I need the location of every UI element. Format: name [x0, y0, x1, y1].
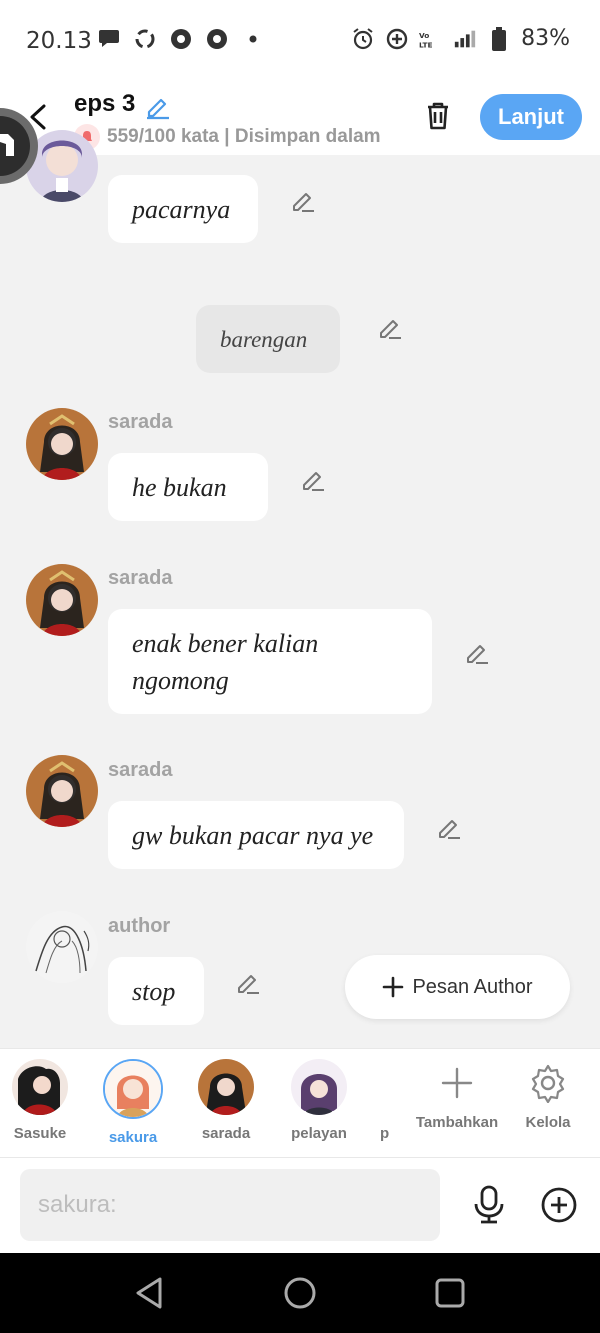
add-character-button[interactable]: Tambahkan — [412, 1063, 502, 1131]
message-bubble[interactable]: stop — [108, 957, 204, 1025]
delete-button[interactable] — [420, 98, 456, 134]
author-message-button[interactable]: Pesan Author — [345, 955, 570, 1019]
pencil-icon — [303, 472, 324, 491]
edit-message-button[interactable] — [435, 813, 463, 841]
status-right-icons: Vo LTE 83% — [351, 26, 570, 51]
sender-name: sarada — [108, 411, 173, 433]
edit-message-button[interactable] — [299, 465, 327, 493]
trash-icon — [428, 102, 448, 130]
circle-play-icon — [169, 27, 193, 51]
edit-message-button[interactable] — [376, 313, 404, 341]
character-name: p — [380, 1125, 390, 1142]
plus-icon — [441, 1067, 473, 1099]
system-nav-bar — [0, 1253, 600, 1333]
manage-characters-label: Kelola — [525, 1114, 571, 1131]
avatar — [198, 1059, 254, 1115]
word-count-status: 559/100 kata | Disimpan dalam — [107, 126, 381, 147]
chat-bubble-icon — [97, 27, 121, 51]
message-input-area — [0, 1158, 600, 1253]
avatar — [103, 1059, 163, 1119]
gear-icon — [531, 1064, 565, 1104]
episode-title[interactable]: eps 3 — [74, 90, 135, 118]
pencil-icon — [147, 98, 169, 120]
character-name: pelayan — [291, 1125, 347, 1142]
message-text: gw bukan pacar nya ye — [132, 820, 374, 850]
edit-message-button[interactable] — [289, 186, 317, 214]
volte-icon: Vo LTE — [419, 27, 443, 51]
character-sakura[interactable]: sakura — [98, 1059, 168, 1146]
sarada-avatar — [26, 564, 98, 636]
character-name: sakura — [108, 1129, 158, 1146]
message-bubble[interactable]: pacarnya — [108, 175, 258, 243]
manage-characters-button[interactable]: Kelola — [503, 1063, 593, 1131]
dot-icon — [241, 27, 265, 51]
sender-name: sarada — [108, 567, 173, 589]
alarm-icon — [351, 27, 375, 51]
square-recents-icon — [435, 1278, 465, 1308]
data-saver-icon — [385, 27, 409, 51]
status-bar: 20.13 Vo LTE 83% — [0, 0, 600, 82]
plus-circle-icon — [541, 1187, 577, 1223]
sender-name: author — [108, 915, 171, 937]
pencil-icon — [439, 820, 460, 839]
message-text: enak bener kalian ngomong — [132, 628, 319, 695]
microphone-icon — [474, 1185, 504, 1224]
plus-icon — [383, 976, 404, 998]
circle-home-icon — [284, 1277, 316, 1309]
chat-area[interactable]: pacarnya barengan sarada he bukan sarada — [0, 130, 600, 1048]
svg-text:Vo: Vo — [419, 31, 429, 40]
signal-icon — [453, 27, 477, 51]
status-left-icons — [97, 27, 265, 51]
triangle-back-icon — [136, 1277, 162, 1309]
character-partial[interactable]: p — [370, 1059, 400, 1142]
character-sasuke[interactable]: Sasuke — [5, 1059, 75, 1142]
status-time: 20.13 — [26, 28, 92, 54]
battery-percentage: 83% — [521, 26, 570, 51]
floating-app-badge[interactable] — [0, 106, 40, 186]
avatar — [291, 1059, 347, 1115]
message-input[interactable] — [20, 1169, 440, 1241]
edit-message-button[interactable] — [463, 638, 491, 666]
svg-text:LTE: LTE — [419, 40, 433, 49]
sarada-avatar — [26, 755, 98, 827]
app-logo-icon — [0, 108, 38, 184]
nav-back-button[interactable] — [132, 1275, 168, 1311]
circle-play-icon — [205, 27, 229, 51]
avatar — [12, 1059, 68, 1115]
message-text: pacarnya — [132, 194, 231, 224]
message-text: barengan — [220, 326, 308, 352]
message-bubble[interactable]: enak bener kalian ngomong — [108, 609, 432, 714]
add-character-label: Tambahkan — [415, 1114, 499, 1131]
voice-input-button[interactable] — [470, 1184, 508, 1226]
pencil-icon — [238, 975, 259, 994]
message-bubble[interactable]: gw bukan pacar nya ye — [108, 801, 404, 869]
sender-name: sarada — [108, 759, 173, 781]
message-text: stop — [132, 976, 176, 1006]
edit-title-button[interactable] — [144, 92, 172, 120]
pencil-icon — [467, 645, 488, 664]
pencil-icon — [293, 193, 314, 212]
author-avatar — [26, 911, 98, 983]
edit-message-button[interactable] — [234, 968, 262, 996]
character-name: Sasuke — [13, 1125, 67, 1142]
character-sarada[interactable]: sarada — [191, 1059, 261, 1142]
sarada-avatar — [26, 408, 98, 480]
screen: 20.13 Vo LTE 83% eps 3 559/100 kata | Di… — [0, 0, 600, 1333]
narration-bubble[interactable]: barengan — [196, 305, 340, 373]
character-pelayan[interactable]: pelayan — [284, 1059, 354, 1142]
nav-home-button[interactable] — [282, 1275, 318, 1311]
pencil-icon — [380, 320, 401, 339]
author-message-label: Pesan Author — [412, 975, 533, 998]
message-text: he bukan — [132, 472, 227, 502]
sync-icon — [133, 27, 157, 51]
battery-icon — [487, 26, 511, 51]
nav-recents-button[interactable] — [432, 1275, 468, 1311]
character-name: sarada — [201, 1125, 251, 1142]
add-attachment-button[interactable] — [540, 1186, 578, 1224]
message-bubble[interactable]: he bukan — [108, 453, 268, 521]
next-button[interactable]: Lanjut — [480, 94, 582, 140]
character-bar: Sasuke sakura sarada pelayan p Tambahkan… — [0, 1048, 600, 1158]
